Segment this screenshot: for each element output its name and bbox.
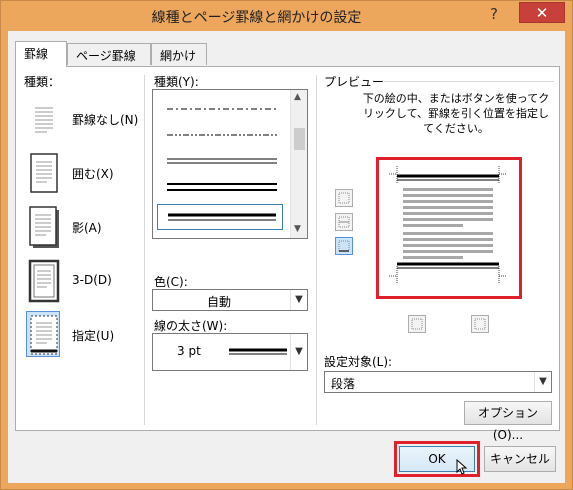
column-divider (144, 75, 145, 425)
border-box-icon (26, 149, 60, 195)
apply-to-value: 段落 (331, 377, 356, 391)
preview-area[interactable] (379, 160, 519, 296)
scroll-down-icon[interactable]: ▼ (294, 224, 301, 234)
inside-horizontal-toggle[interactable] (335, 213, 353, 231)
right-border-toggle[interactable] (471, 315, 489, 333)
border-none-icon (26, 95, 60, 141)
line-style-item[interactable] (157, 96, 283, 122)
setting-none-label: 罫線なし(N) (72, 113, 139, 127)
style-label: 種類(Y): (154, 75, 199, 89)
left-border-toggle[interactable] (408, 315, 426, 333)
line-style-item[interactable] (157, 174, 283, 200)
preview-label: プレビュー (324, 75, 385, 89)
border-custom-icon (26, 311, 60, 357)
line-style-list[interactable]: ▲ ▼ (152, 89, 308, 239)
dialog-window: 線種とページ罫線と網かけの設定 ? ✕ 罫線 ページ罫線 網かけ 種類： 罫線な… (0, 0, 573, 490)
top-border-toggle[interactable] (335, 189, 353, 207)
preview-divider (384, 81, 554, 82)
dialog-body: 罫線 ページ罫線 網かけ 種類： 罫線なし(N) 囲む(X) 影(A) 3-D(… (8, 31, 565, 483)
apply-to-select[interactable]: 段落 ▼ (324, 371, 552, 393)
setting-box-label: 囲む(X) (72, 167, 114, 181)
color-select[interactable]: 自動 ▼ (152, 289, 308, 311)
scroll-thumb[interactable] (294, 128, 305, 150)
close-button[interactable]: ✕ (519, 2, 565, 23)
borders-panel: 種類： 罫線なし(N) 囲む(X) 影(A) 3-D(D) 指定(U) 種類(Y… (15, 66, 560, 442)
preview-instruction: 下の絵の中、またはボタンを使ってクリックして、罫線を引く位置を指定してください。 (362, 92, 550, 135)
setting-shadow-label: 影(A) (72, 221, 102, 235)
setting-custom-label: 指定(U) (72, 329, 115, 343)
width-sample-line (229, 348, 287, 355)
line-style-scrollbar[interactable]: ▲ ▼ (290, 90, 307, 238)
apply-to-label: 設定対象(L): (324, 355, 393, 369)
options-button[interactable]: オプション(O)... (464, 401, 552, 442)
width-select[interactable]: 3 pt ▼ (152, 333, 308, 371)
width-select-value: 3 pt (177, 344, 201, 358)
title-bar: 線種とページ罫線と網かけの設定 ? ✕ (1, 1, 572, 31)
setting-none[interactable]: 罫線なし(N) (26, 95, 144, 141)
border-3d-icon (26, 257, 60, 303)
border-shadow-icon (26, 203, 60, 249)
chevron-down-icon[interactable]: ▼ (534, 372, 551, 392)
chevron-down-icon[interactable]: ▼ (290, 290, 307, 310)
setting-label: 種類： (24, 75, 61, 89)
setting-3d-label: 3-D(D) (72, 273, 112, 287)
cursor-icon (456, 459, 468, 475)
chevron-down-icon[interactable]: ▼ (290, 334, 307, 370)
width-label: 線の太さ(W): (154, 319, 228, 333)
line-style-item[interactable] (157, 148, 283, 174)
color-label: 色(C): (154, 275, 188, 289)
setting-box[interactable]: 囲む(X) (26, 149, 144, 195)
help-button[interactable]: ? (481, 4, 507, 24)
tab-borders[interactable]: 罫線 (15, 41, 67, 67)
cancel-button[interactable]: キャンセル (484, 446, 556, 472)
setting-shadow[interactable]: 影(A) (26, 203, 144, 249)
column-divider (316, 75, 317, 425)
scroll-up-icon[interactable]: ▲ (294, 92, 301, 102)
line-style-item[interactable] (157, 122, 283, 148)
bottom-border-toggle[interactable] (335, 237, 353, 255)
dialog-title: 線種とページ罫線と網かけの設定 (151, 10, 362, 26)
setting-3d[interactable]: 3-D(D) (26, 257, 144, 303)
tab-page-border[interactable]: ページ罫線 (67, 43, 151, 65)
color-select-value: 自動 (207, 295, 232, 309)
setting-custom[interactable]: 指定(U) (26, 311, 144, 357)
tab-shading[interactable]: 網かけ (151, 43, 207, 65)
line-style-item-selected[interactable] (157, 204, 283, 230)
